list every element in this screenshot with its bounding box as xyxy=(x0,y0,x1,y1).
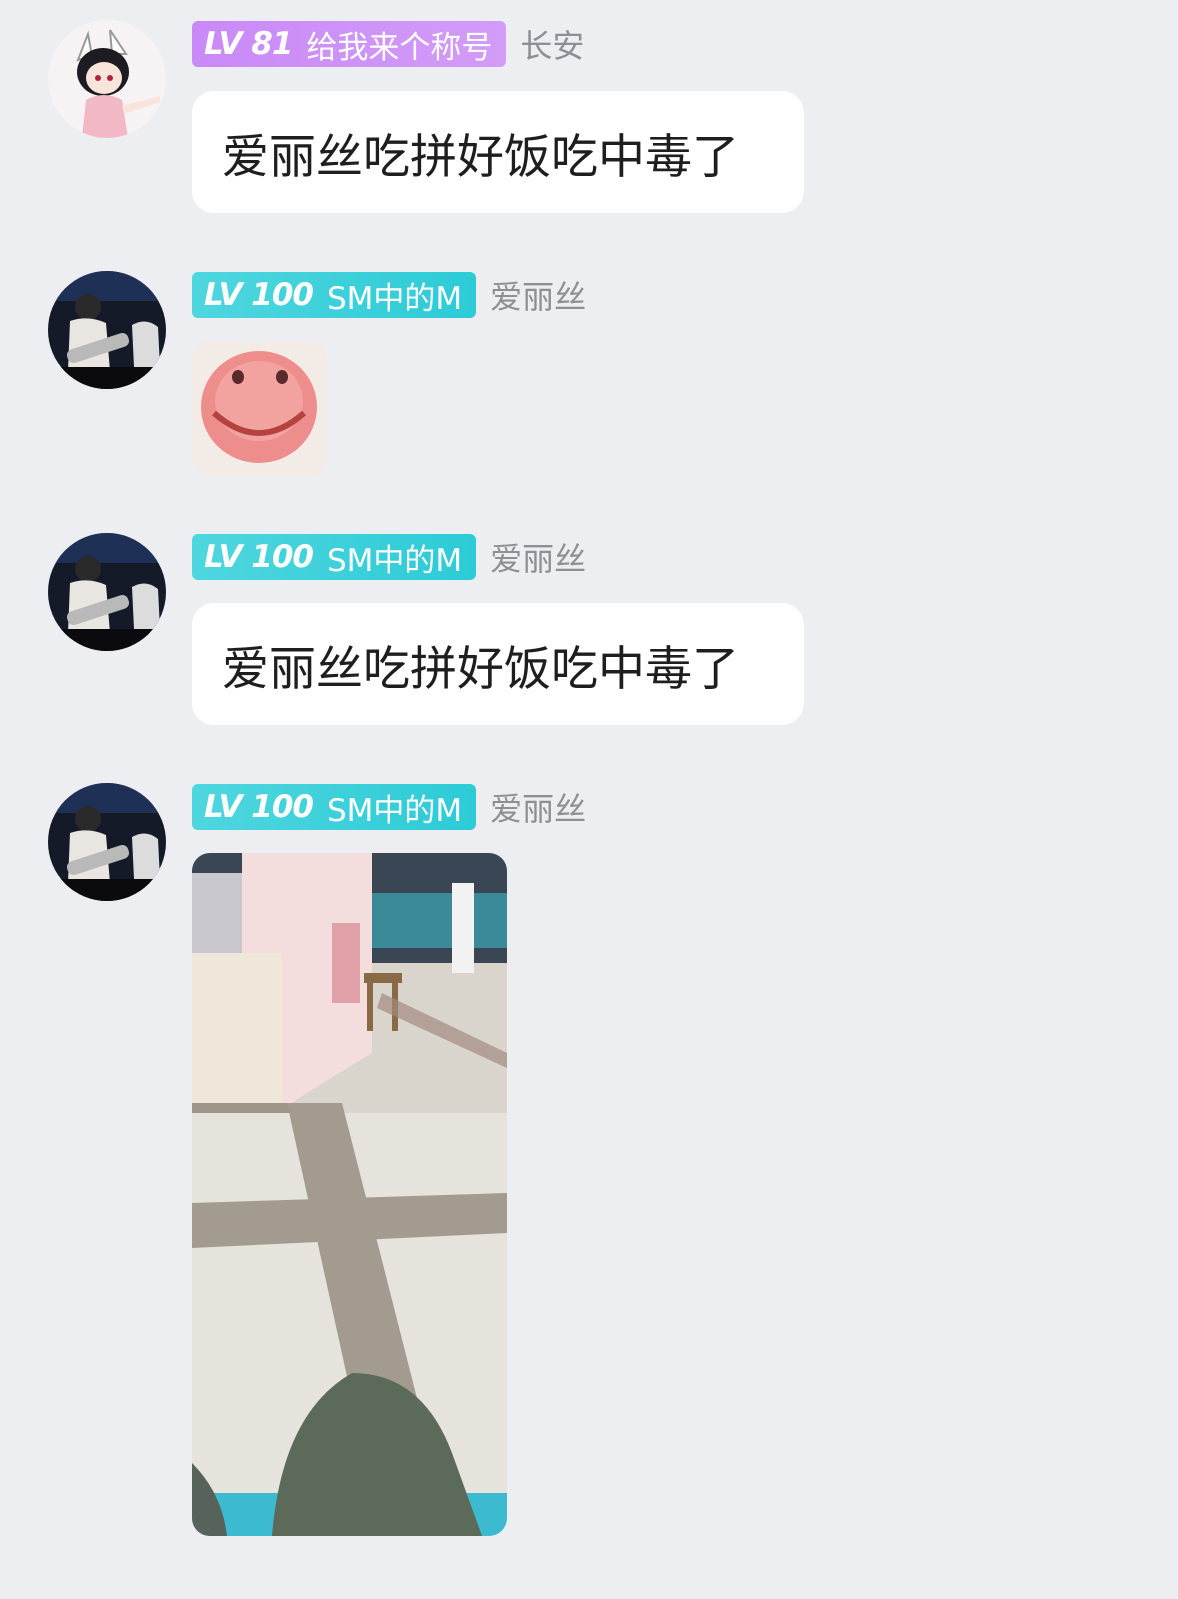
title-label: SM中的M xyxy=(326,542,463,579)
user-avatar[interactable] xyxy=(48,783,166,901)
sender-name[interactable]: 爱丽丝 xyxy=(490,534,586,580)
message-text: 爱丽丝吃拼好饭吃中毒了 xyxy=(222,641,739,697)
title-label: SM中的M xyxy=(326,792,463,829)
hospital-floor-photo xyxy=(192,853,507,1536)
avatar-image xyxy=(48,20,166,138)
level-badge[interactable]: LV 100 SM中的M xyxy=(192,784,477,830)
message-meta: LV 100 SM中的M 爱丽丝 xyxy=(192,271,586,319)
level-label: LV 81 xyxy=(204,26,293,62)
level-badge[interactable]: LV 100 SM中的M xyxy=(192,272,477,318)
level-label: LV 100 xyxy=(204,277,314,313)
level-badge[interactable]: LV 100 SM中的M xyxy=(192,534,477,580)
avatar-image xyxy=(48,533,166,651)
message-meta: LV 81 给我来个称号 长安 xyxy=(192,20,584,68)
level-badge[interactable]: LV 81 给我来个称号 xyxy=(192,21,507,67)
message-bubble[interactable]: 爱丽丝吃拼好饭吃中毒了 xyxy=(192,91,804,213)
sticker-image[interactable] xyxy=(192,341,327,476)
user-avatar[interactable] xyxy=(48,271,166,389)
user-avatar[interactable] xyxy=(48,20,166,138)
title-label: 给我来个称号 xyxy=(306,29,493,66)
message-text: 爱丽丝吃拼好饭吃中毒了 xyxy=(222,129,739,185)
level-label: LV 100 xyxy=(204,789,314,825)
pink-face-sticker xyxy=(192,341,327,476)
sender-name[interactable]: 爱丽丝 xyxy=(490,784,586,830)
sender-name[interactable]: 爱丽丝 xyxy=(490,272,586,318)
user-avatar[interactable] xyxy=(48,533,166,651)
title-label: SM中的M xyxy=(326,280,463,317)
message-meta: LV 100 SM中的M 爱丽丝 xyxy=(192,533,586,581)
sender-name[interactable]: 长安 xyxy=(520,21,584,67)
level-label: LV 100 xyxy=(204,539,314,575)
avatar-image xyxy=(48,271,166,389)
message-meta: LV 100 SM中的M 爱丽丝 xyxy=(192,783,586,831)
message-bubble[interactable]: 爱丽丝吃拼好饭吃中毒了 xyxy=(192,603,804,725)
photo-image[interactable] xyxy=(192,853,507,1536)
avatar-image xyxy=(48,783,166,901)
